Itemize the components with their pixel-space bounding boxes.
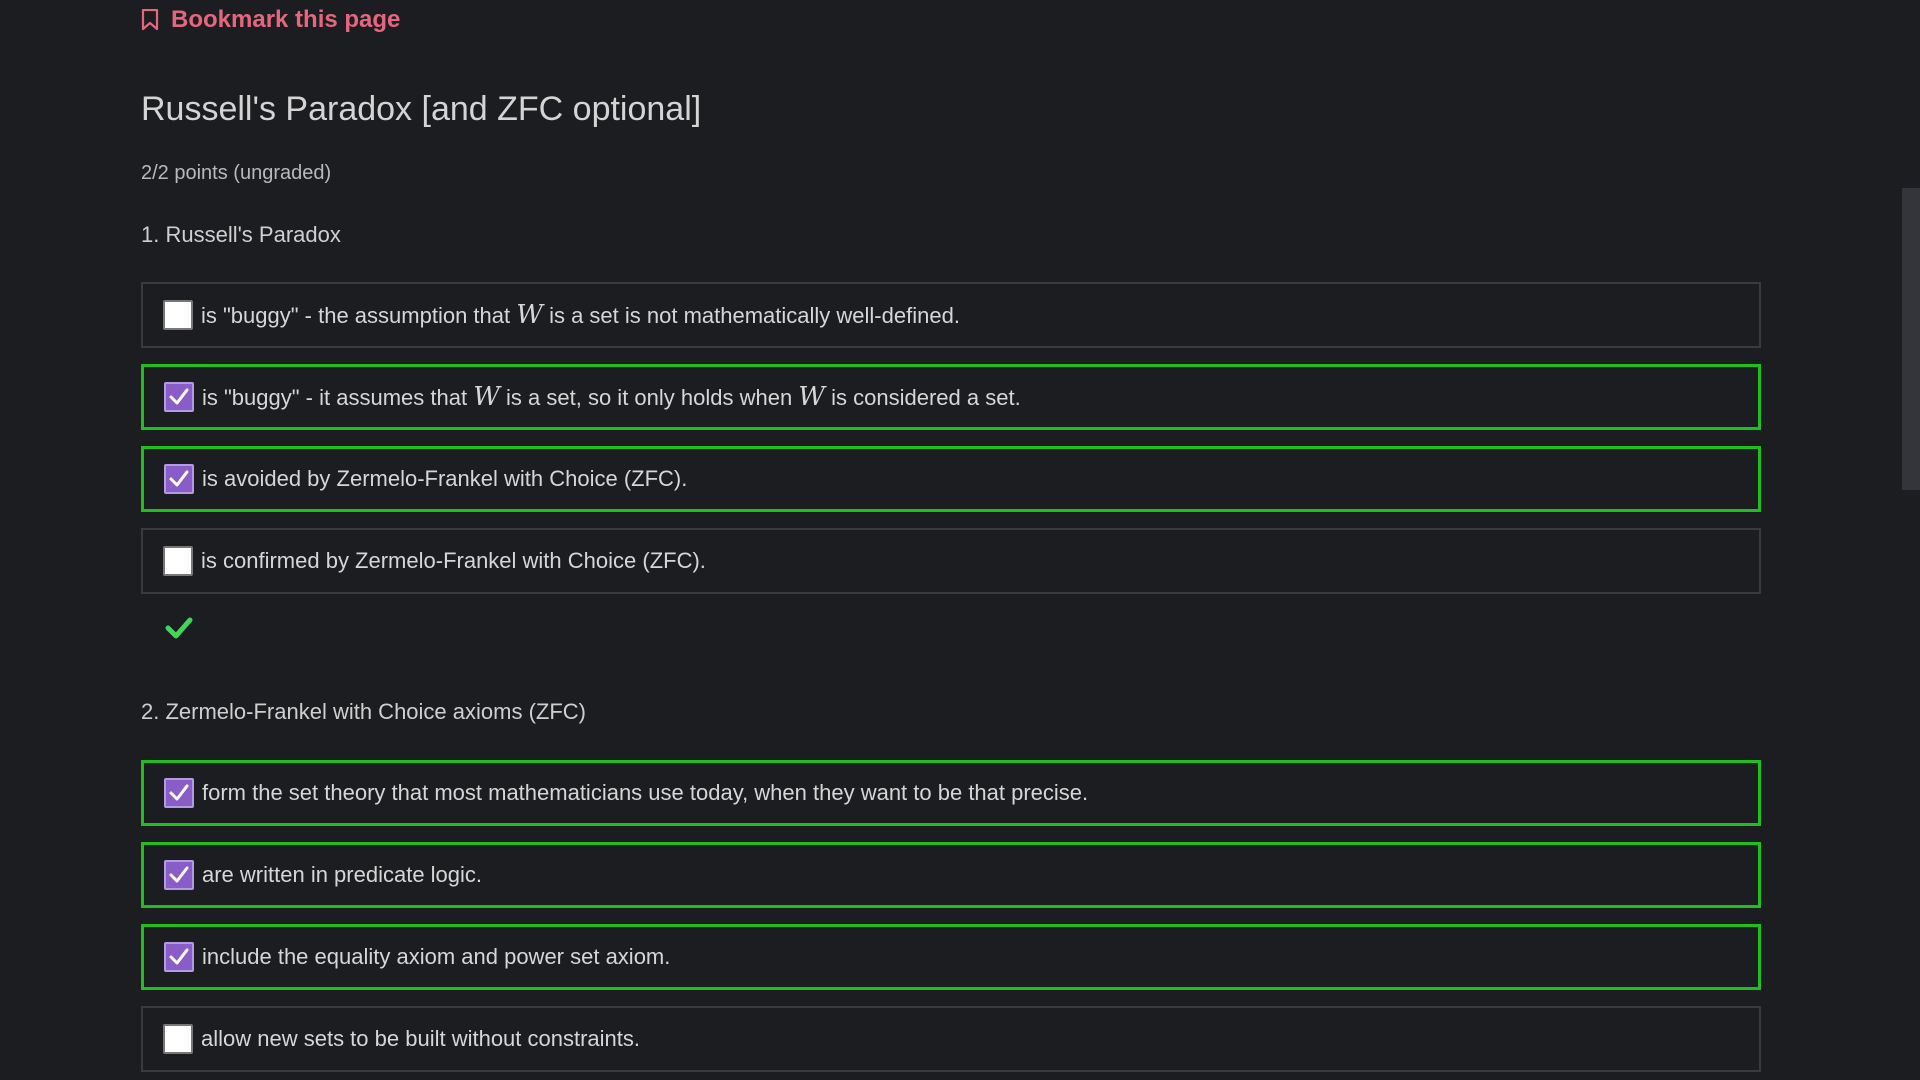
points-status: 2/2 points (ungraded) [141, 162, 332, 184]
choice-option[interactable]: is avoided by Zermelo-Frankel with Choic… [141, 446, 1761, 512]
question-label: 2. Zermelo-Frankel with Choice axioms (Z… [141, 699, 586, 724]
choice-option[interactable]: form the set theory that most mathematic… [141, 760, 1761, 826]
check-icon [169, 866, 189, 883]
bookmark-icon [141, 9, 159, 31]
check-icon [169, 784, 189, 801]
choice-label: is avoided by Zermelo-Frankel with Choic… [202, 466, 688, 491]
check-icon [169, 948, 189, 965]
checkmark-icon [165, 616, 193, 645]
choice-label: is confirmed by Zermelo-Frankel with Cho… [201, 548, 706, 573]
choice-option[interactable]: are written in predicate logic. [141, 842, 1761, 908]
bookmark-button[interactable]: Bookmark this page [141, 6, 400, 34]
choice-label: are written in predicate logic. [202, 862, 483, 887]
scrollbar-thumb[interactable] [1902, 188, 1920, 490]
checkbox[interactable] [163, 1024, 193, 1054]
choice-label: is "buggy" - the assumption that W is a … [201, 300, 960, 330]
checkbox[interactable] [164, 860, 194, 890]
page: Bookmark this page Russell's Paradox [an… [0, 0, 1920, 1080]
choice-label: form the set theory that most mathematic… [202, 780, 1089, 805]
problem-title: Russell's Paradox [and ZFC optional] [141, 90, 702, 128]
math-variable: W [516, 300, 543, 330]
checkbox[interactable] [163, 300, 193, 330]
choice-option[interactable]: include the equality axiom and power set… [141, 924, 1761, 990]
choice-label: is "buggy" - it assumes that W is a set,… [202, 382, 1021, 412]
checkbox[interactable] [164, 464, 194, 494]
checkbox[interactable] [164, 778, 194, 808]
choice-label: include the equality axiom and power set… [202, 944, 671, 969]
math-variable: W [798, 382, 826, 412]
question-label: 1. Russell's Paradox [141, 222, 341, 247]
choice-option[interactable]: is confirmed by Zermelo-Frankel with Cho… [141, 528, 1761, 594]
bookmark-label: Bookmark this page [171, 6, 401, 33]
choice-option[interactable]: is "buggy" - it assumes that W is a set,… [141, 364, 1761, 430]
math-variable: W [473, 382, 500, 412]
checkbox[interactable] [163, 546, 193, 576]
check-icon [169, 388, 189, 405]
choice-option[interactable]: allow new sets to be built without const… [141, 1006, 1761, 1072]
check-icon [169, 470, 189, 487]
choice-label: allow new sets to be built without const… [201, 1026, 641, 1051]
checkbox[interactable] [164, 382, 194, 412]
choice-option[interactable]: is "buggy" - the assumption that W is a … [141, 282, 1761, 348]
checkbox[interactable] [164, 942, 194, 972]
